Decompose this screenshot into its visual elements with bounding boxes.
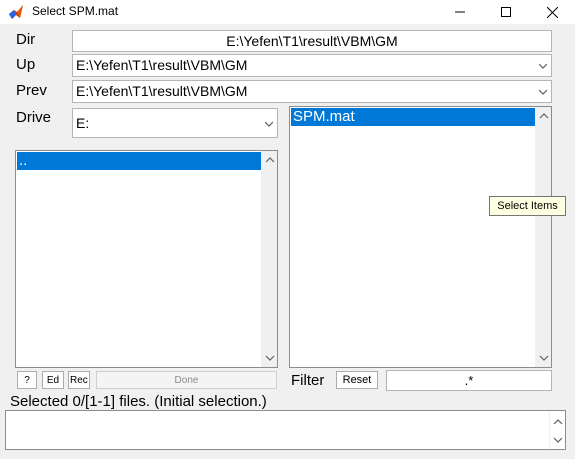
up-dropdown[interactable]: E:\Yefen\T1\result\VBM\GM	[72, 54, 552, 77]
up-value: E:\Yefen\T1\result\VBM\GM	[76, 57, 248, 73]
file-list[interactable]: SPM.mat	[289, 106, 552, 368]
prev-dropdown[interactable]: E:\Yefen\T1\result\VBM\GM	[72, 80, 552, 103]
title-bar: Select SPM.mat	[0, 0, 575, 24]
drive-dropdown[interactable]: E:	[72, 108, 278, 138]
chevron-down-icon[interactable]	[265, 354, 275, 362]
list-item-selected[interactable]: ..	[17, 152, 261, 170]
maximize-icon	[501, 7, 511, 17]
close-button[interactable]	[529, 0, 575, 24]
message-box[interactable]	[5, 410, 566, 450]
window-title: Select SPM.mat	[32, 4, 119, 18]
dir-label: Dir	[16, 31, 36, 48]
edit-button[interactable]: Ed	[42, 371, 64, 389]
filter-input[interactable]: .*	[386, 370, 552, 391]
list-item-label: ..	[19, 152, 28, 169]
filter-label: Filter	[291, 372, 325, 389]
directory-list[interactable]: ..	[15, 150, 278, 368]
maximize-button[interactable]	[483, 0, 529, 24]
help-button[interactable]: ?	[17, 371, 37, 389]
chevron-down-icon	[539, 63, 547, 69]
matlab-icon	[9, 5, 23, 19]
drive-value: E:	[76, 115, 90, 131]
tooltip-text: Select Items	[497, 200, 558, 212]
chevron-down-icon	[265, 121, 273, 127]
reset-button[interactable]: Reset	[336, 371, 378, 389]
rec-button[interactable]: Rec	[68, 371, 90, 389]
chevron-down-icon[interactable]	[539, 354, 549, 362]
file-list-scrollbar[interactable]	[535, 107, 551, 367]
tooltip: Select Items	[489, 196, 566, 216]
status-text: Selected 0/[1-1] files. (Initial selecti…	[10, 393, 267, 410]
chevron-down-icon	[539, 89, 547, 95]
directory-list-scrollbar[interactable]	[261, 151, 277, 367]
minimize-button[interactable]	[437, 0, 483, 24]
dir-field[interactable]: E:\Yefen\T1\result\VBM\GM	[72, 30, 552, 52]
minimize-icon	[455, 11, 465, 13]
prev-value: E:\Yefen\T1\result\VBM\GM	[76, 83, 248, 99]
list-item-selected[interactable]: SPM.mat	[291, 108, 535, 126]
chevron-up-icon[interactable]	[265, 156, 275, 164]
chevron-up-icon[interactable]	[553, 418, 563, 426]
up-label: Up	[16, 56, 36, 73]
done-button[interactable]: Done	[96, 371, 277, 389]
prev-label: Prev	[16, 82, 47, 99]
list-item-label: SPM.mat	[293, 108, 355, 125]
dir-value: E:\Yefen\T1\result\VBM\GM	[226, 33, 398, 49]
close-icon	[546, 6, 558, 18]
chevron-up-icon[interactable]	[539, 112, 549, 120]
drive-label: Drive	[16, 109, 52, 126]
message-box-scrollbar[interactable]	[549, 411, 565, 449]
filter-value: .*	[464, 373, 474, 388]
chevron-down-icon[interactable]	[553, 436, 563, 444]
